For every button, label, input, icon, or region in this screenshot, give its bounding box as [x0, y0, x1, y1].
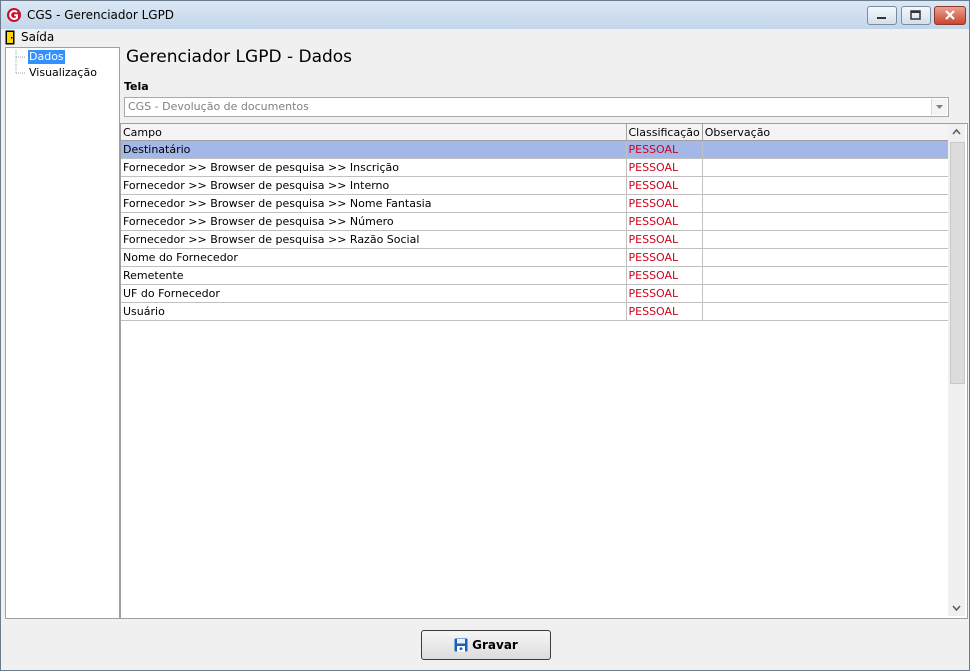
menu-bar: Saída [1, 29, 969, 45]
table-row[interactable]: Usuário PESSOAL [121, 302, 952, 321]
cell-classificacao[interactable]: PESSOAL [626, 194, 703, 213]
navigation-tree: Dados Visualização [5, 47, 120, 619]
cell-observacao[interactable] [702, 212, 952, 231]
cell-classificacao[interactable]: PESSOAL [626, 230, 703, 249]
cell-classificacao[interactable]: PESSOAL [626, 266, 703, 285]
cell-campo[interactable]: Nome do Fornecedor [121, 248, 627, 267]
window-title: CGS - Gerenciador LGPD [27, 8, 175, 22]
cell-campo[interactable]: UF do Fornecedor [121, 284, 627, 303]
cell-classificacao[interactable]: PESSOAL [626, 158, 703, 177]
table-row[interactable]: Destinatário PESSOAL [121, 140, 952, 159]
table-row[interactable]: Fornecedor >> Browser de pesquisa >> Nom… [121, 194, 952, 213]
cell-campo[interactable]: Usuário [121, 302, 627, 321]
cell-classificacao[interactable]: PESSOAL [626, 176, 703, 195]
grid-vertical-scrollbar[interactable] [948, 124, 965, 616]
cell-classificacao[interactable]: PESSOAL [626, 140, 703, 159]
cell-campo[interactable]: Destinatário [121, 140, 627, 159]
chevron-down-icon [952, 605, 961, 612]
cell-observacao[interactable] [702, 302, 952, 321]
cell-observacao[interactable] [702, 194, 952, 213]
column-header-observacao[interactable]: Observação [702, 124, 952, 141]
scroll-up-button[interactable] [948, 124, 965, 141]
table-row[interactable]: Fornecedor >> Browser de pesquisa >> Int… [121, 176, 952, 195]
page-title: Gerenciador LGPD - Dados [126, 47, 353, 67]
floppy-disk-icon [454, 638, 468, 652]
cell-observacao[interactable] [702, 158, 952, 177]
table-row[interactable]: Fornecedor >> Browser de pesquisa >> Ins… [121, 158, 952, 177]
tela-select-value: CGS - Devolução de documentos [128, 100, 309, 113]
column-header-campo[interactable]: Campo [121, 124, 627, 141]
cell-campo[interactable]: Fornecedor >> Browser de pesquisa >> Int… [121, 176, 627, 195]
exit-door-icon [5, 30, 15, 44]
cell-observacao[interactable] [702, 284, 952, 303]
dropdown-arrow-button[interactable] [931, 99, 947, 115]
grid-header-row: Campo Classificação Observação [121, 124, 952, 141]
main-window: CGS - Gerenciador LGPD Saída Dados Visua… [0, 0, 970, 671]
minimize-icon [877, 17, 886, 19]
cell-campo[interactable]: Fornecedor >> Browser de pesquisa >> Núm… [121, 212, 627, 231]
table-row[interactable]: UF do Fornecedor PESSOAL [121, 284, 952, 303]
cell-classificacao[interactable]: PESSOAL [626, 212, 703, 231]
tree-item-dados[interactable]: Dados [28, 50, 65, 64]
minimize-button[interactable] [867, 6, 897, 25]
cell-observacao[interactable] [702, 266, 952, 285]
tree-connector-lines [15, 50, 26, 74]
scroll-thumb[interactable] [950, 142, 965, 384]
table-row[interactable]: Remetente PESSOAL [121, 266, 952, 285]
column-header-classificacao[interactable]: Classificação [626, 124, 703, 141]
cell-classificacao[interactable]: PESSOAL [626, 248, 703, 267]
table-row[interactable]: Nome do Fornecedor PESSOAL [121, 248, 952, 267]
cell-observacao[interactable] [702, 230, 952, 249]
fields-grid: Campo Classificação Observação Destinatá… [120, 123, 968, 619]
close-button[interactable] [934, 6, 966, 25]
save-button-label: Gravar [472, 638, 518, 652]
table-row[interactable]: Fornecedor >> Browser de pesquisa >> Raz… [121, 230, 952, 249]
app-logo-icon [7, 8, 21, 22]
chevron-up-icon [952, 128, 961, 135]
tela-select[interactable]: CGS - Devolução de documentos [124, 97, 949, 117]
cell-classificacao[interactable]: PESSOAL [626, 284, 703, 303]
menu-exit-label: Saída [21, 30, 55, 44]
maximize-button[interactable] [901, 6, 931, 25]
cell-observacao[interactable] [702, 140, 952, 159]
cell-observacao[interactable] [702, 248, 952, 267]
scroll-down-button[interactable] [948, 599, 965, 616]
cell-campo[interactable]: Remetente [121, 266, 627, 285]
chevron-down-icon [936, 105, 943, 109]
close-icon [945, 10, 955, 20]
table-row[interactable]: Fornecedor >> Browser de pesquisa >> Núm… [121, 212, 952, 231]
cell-classificacao[interactable]: PESSOAL [626, 302, 703, 321]
tree-item-visualizacao[interactable]: Visualização [28, 66, 98, 80]
title-bar[interactable]: CGS - Gerenciador LGPD [1, 1, 969, 29]
cell-campo[interactable]: Fornecedor >> Browser de pesquisa >> Raz… [121, 230, 627, 249]
menu-item-exit[interactable]: Saída [5, 29, 54, 45]
cell-observacao[interactable] [702, 176, 952, 195]
save-button[interactable]: Gravar [421, 630, 551, 660]
maximize-icon [910, 10, 921, 20]
cell-campo[interactable]: Fornecedor >> Browser de pesquisa >> Nom… [121, 194, 627, 213]
cell-campo[interactable]: Fornecedor >> Browser de pesquisa >> Ins… [121, 158, 627, 177]
tela-label: Tela [124, 80, 149, 93]
